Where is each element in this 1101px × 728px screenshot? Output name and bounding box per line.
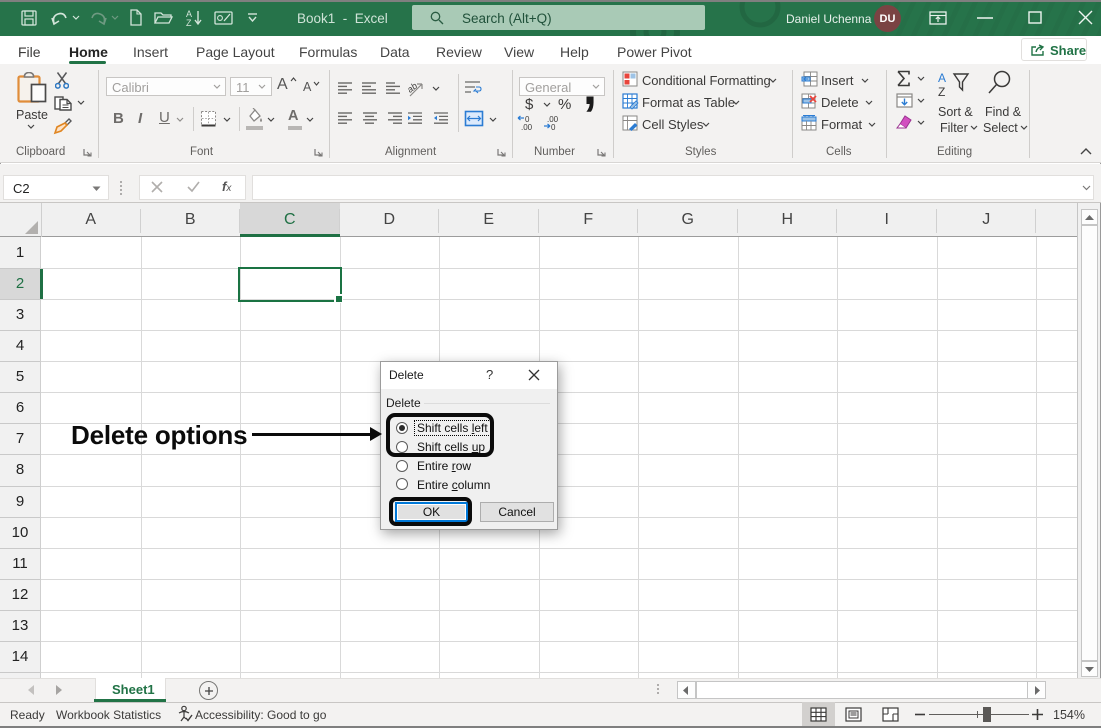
svg-text:Z: Z (186, 18, 192, 27)
svg-text:ab: ab (408, 81, 419, 95)
svg-text:A: A (938, 71, 946, 85)
svg-text:.00: .00 (521, 123, 533, 130)
svg-text:0: 0 (551, 123, 556, 130)
svg-text:Z: Z (938, 85, 945, 99)
